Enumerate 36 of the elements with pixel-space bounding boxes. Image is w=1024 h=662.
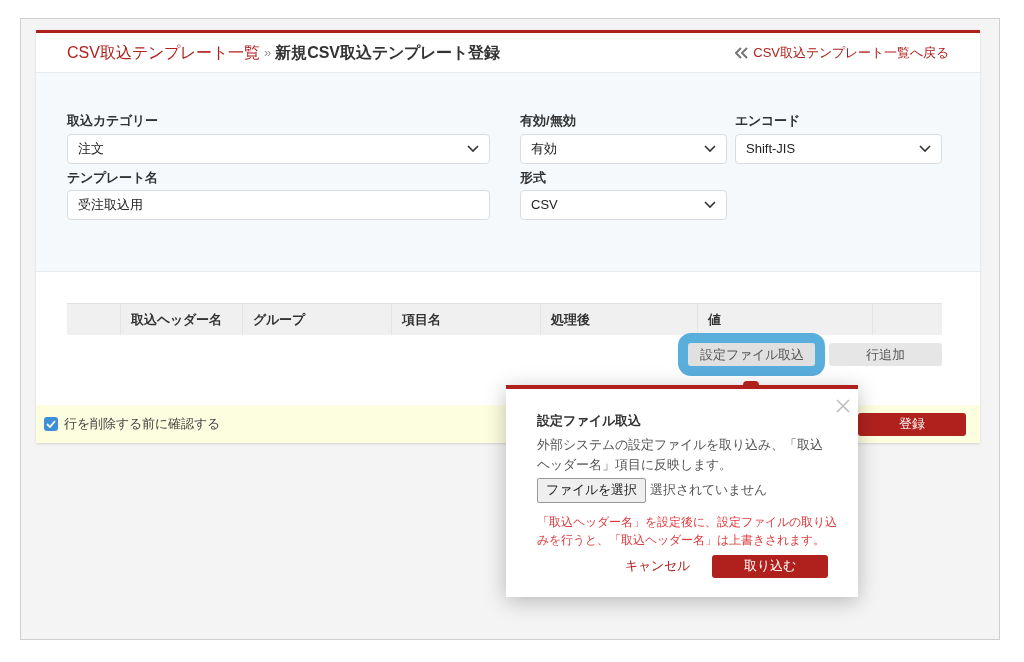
- select-field[interactable]: CSV: [520, 190, 727, 220]
- popover-description: 外部システムの設定ファイルを取り込み、「取込ヘッダー名」項目に反映します。: [537, 435, 824, 474]
- column-header: グループ: [253, 310, 305, 329]
- back-link[interactable]: CSV取込テンプレート一覧へ戻る: [735, 42, 949, 63]
- double-chevron-left-icon: [735, 46, 750, 59]
- cancel-button[interactable]: キャンセル: [625, 556, 690, 576]
- column-header: 処理後: [551, 310, 590, 329]
- select-field[interactable]: 注文: [67, 133, 490, 164]
- field-label: エンコード: [735, 112, 801, 130]
- field-label: テンプレート名: [67, 168, 159, 187]
- field-label: 有効/無効: [520, 112, 577, 130]
- chevron-down-icon: [704, 201, 716, 209]
- import-button[interactable]: 取り込む: [712, 554, 828, 578]
- register-button[interactable]: 登録: [858, 412, 966, 436]
- field-label: 取込カテゴリー: [67, 112, 159, 130]
- select-field[interactable]: Shift-JIS: [735, 133, 942, 164]
- column-header: 値: [708, 310, 721, 329]
- popover-title: 設定ファイル取込: [537, 412, 642, 430]
- chevron-down-icon: [704, 144, 716, 153]
- warning-text: 「取込ヘッダー名」を設定後に、設定ファイルの取り込みを行うと、「取込ヘッダー名」は上書きされます。: [537, 513, 838, 549]
- checkbox-label: 行を削除する前に確認する: [64, 415, 220, 434]
- breadcrumb-link[interactable]: CSV取込テンプレート一覧: [67, 40, 260, 65]
- chevron-down-icon: [467, 144, 479, 153]
- close-icon[interactable]: [836, 399, 850, 413]
- chevron-down-icon: [919, 144, 931, 153]
- file-select-button[interactable]: ファイルを選択: [537, 477, 646, 503]
- select-field[interactable]: 有効: [520, 133, 727, 164]
- page-title: 新規CSV取込テンプレート登録: [275, 42, 501, 63]
- input-field[interactable]: 受注取込用: [67, 190, 490, 220]
- column-header: 項目名: [402, 310, 441, 329]
- checkbox[interactable]: [44, 417, 58, 431]
- field-label: 形式: [520, 168, 547, 187]
- table-button[interactable]: 行追加: [829, 343, 942, 366]
- column-header: 取込ヘッダー名: [131, 310, 222, 329]
- breadcrumb-separator: »: [263, 43, 272, 62]
- file-status: 選択されていません: [650, 481, 767, 500]
